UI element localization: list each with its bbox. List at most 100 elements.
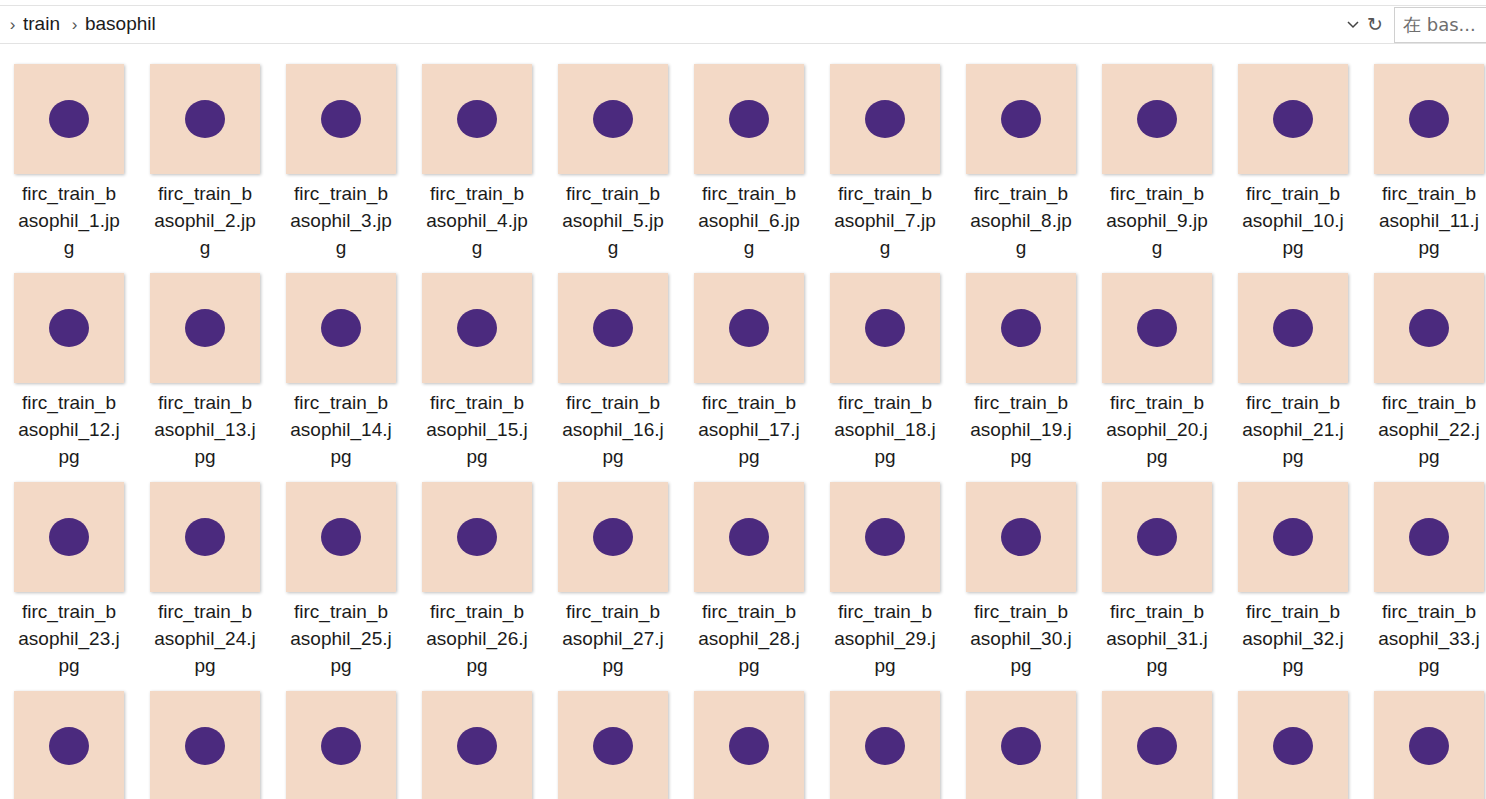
file-name[interactable]: firc_train_basophil_13.jpg	[154, 389, 257, 470]
file-name[interactable]: firc_train_basophil_12.jpg	[18, 389, 121, 470]
file-thumbnail[interactable]	[286, 273, 396, 383]
file-item[interactable]: firc_train_basophil_15.jpg	[409, 273, 545, 482]
file-thumbnail[interactable]	[966, 64, 1076, 174]
file-name[interactable]: firc_train_basophil_17.jpg	[698, 389, 801, 470]
file-name[interactable]: firc_train_basophil_11.jpg	[1378, 180, 1481, 261]
file-item[interactable]: firc_train_basophil_13.jpg	[137, 273, 273, 482]
file-item[interactable]	[273, 691, 409, 799]
file-item[interactable]: firc_train_basophil_2.jpg	[137, 64, 273, 273]
file-item[interactable]: firc_train_basophil_1.jpg	[1, 64, 137, 273]
file-name[interactable]: firc_train_basophil_6.jpg	[698, 180, 801, 261]
file-item[interactable]: firc_train_basophil_8.jpg	[953, 64, 1089, 273]
file-item[interactable]: firc_train_basophil_31.jpg	[1089, 482, 1225, 691]
file-item[interactable]	[1225, 691, 1361, 799]
file-thumbnail[interactable]	[558, 691, 668, 799]
breadcrumb-item[interactable]: basophil	[85, 10, 160, 39]
file-item[interactable]	[545, 691, 681, 799]
file-thumbnail[interactable]	[1238, 64, 1348, 174]
file-thumbnail[interactable]	[694, 64, 804, 174]
file-name[interactable]: firc_train_basophil_2.jpg	[154, 180, 257, 261]
file-thumbnail[interactable]	[422, 64, 532, 174]
file-item[interactable]	[1, 691, 137, 799]
file-name[interactable]: firc_train_basophil_5.jpg	[562, 180, 665, 261]
file-item[interactable]: firc_train_basophil_18.jpg	[817, 273, 953, 482]
file-item[interactable]: firc_train_basophil_32.jpg	[1225, 482, 1361, 691]
file-name[interactable]: firc_train_basophil_10.jpg	[1242, 180, 1345, 261]
file-thumbnail[interactable]	[14, 273, 124, 383]
refresh-button[interactable]: ↻	[1364, 10, 1386, 39]
file-thumbnail[interactable]	[830, 691, 940, 799]
file-item[interactable]: firc_train_basophil_11.jpg	[1361, 64, 1486, 273]
file-name[interactable]: firc_train_basophil_30.jpg	[970, 598, 1073, 679]
file-item[interactable]	[1089, 691, 1225, 799]
file-thumbnail[interactable]	[558, 273, 668, 383]
file-thumbnail[interactable]	[1238, 482, 1348, 592]
file-item[interactable]: firc_train_basophil_28.jpg	[681, 482, 817, 691]
file-name[interactable]: firc_train_basophil_4.jpg	[426, 180, 529, 261]
file-item[interactable]: firc_train_basophil_29.jpg	[817, 482, 953, 691]
file-thumbnail[interactable]	[286, 482, 396, 592]
file-thumbnail[interactable]	[1102, 482, 1212, 592]
file-item[interactable]: firc_train_basophil_23.jpg	[1, 482, 137, 691]
file-item[interactable]: firc_train_basophil_16.jpg	[545, 273, 681, 482]
file-item[interactable]: firc_train_basophil_5.jpg	[545, 64, 681, 273]
file-name[interactable]: firc_train_basophil_27.jpg	[562, 598, 665, 679]
file-thumbnail[interactable]	[966, 482, 1076, 592]
file-name[interactable]: firc_train_basophil_26.jpg	[426, 598, 529, 679]
file-name[interactable]: firc_train_basophil_25.jpg	[290, 598, 393, 679]
file-thumbnail[interactable]	[1374, 64, 1484, 174]
file-item[interactable]: firc_train_basophil_20.jpg	[1089, 273, 1225, 482]
file-name[interactable]: firc_train_basophil_20.jpg	[1106, 389, 1209, 470]
file-name[interactable]: firc_train_basophil_8.jpg	[970, 180, 1073, 261]
file-thumbnail[interactable]	[14, 482, 124, 592]
file-thumbnail[interactable]	[966, 273, 1076, 383]
file-thumbnail[interactable]	[694, 482, 804, 592]
file-thumbnail[interactable]	[558, 482, 668, 592]
file-thumbnail[interactable]	[694, 691, 804, 799]
file-thumbnail[interactable]	[966, 691, 1076, 799]
file-name[interactable]: firc_train_basophil_21.jpg	[1242, 389, 1345, 470]
file-name[interactable]: firc_train_basophil_31.jpg	[1106, 598, 1209, 679]
file-item[interactable]	[1361, 691, 1486, 799]
file-name[interactable]: firc_train_basophil_29.jpg	[834, 598, 937, 679]
file-thumbnail[interactable]	[830, 64, 940, 174]
file-name[interactable]: firc_train_basophil_18.jpg	[834, 389, 937, 470]
file-name[interactable]: firc_train_basophil_7.jpg	[834, 180, 937, 261]
file-thumbnail[interactable]	[1102, 273, 1212, 383]
file-name[interactable]: firc_train_basophil_23.jpg	[18, 598, 121, 679]
file-item[interactable]: firc_train_basophil_21.jpg	[1225, 273, 1361, 482]
file-thumbnail[interactable]	[1374, 482, 1484, 592]
breadcrumb-item[interactable]: train	[23, 10, 64, 39]
file-thumbnail[interactable]	[422, 273, 532, 383]
file-item[interactable]	[953, 691, 1089, 799]
file-item[interactable]: firc_train_basophil_14.jpg	[273, 273, 409, 482]
file-name[interactable]: firc_train_basophil_24.jpg	[154, 598, 257, 679]
file-name[interactable]: firc_train_basophil_22.jpg	[1378, 389, 1481, 470]
search-field[interactable]	[1394, 7, 1486, 43]
file-item[interactable]: firc_train_basophil_26.jpg	[409, 482, 545, 691]
file-name[interactable]: firc_train_basophil_33.jpg	[1378, 598, 1481, 679]
breadcrumb-separator[interactable]: ›	[66, 12, 83, 38]
file-name[interactable]: firc_train_basophil_14.jpg	[290, 389, 393, 470]
file-thumbnail[interactable]	[14, 691, 124, 799]
file-name[interactable]: firc_train_basophil_1.jpg	[18, 180, 121, 261]
file-item[interactable]: firc_train_basophil_30.jpg	[953, 482, 1089, 691]
file-thumbnail[interactable]	[558, 64, 668, 174]
file-thumbnail[interactable]	[150, 482, 260, 592]
file-thumbnail[interactable]	[694, 273, 804, 383]
history-dropdown[interactable]	[1342, 6, 1364, 44]
file-item[interactable]: firc_train_basophil_17.jpg	[681, 273, 817, 482]
file-thumbnail[interactable]	[830, 273, 940, 383]
breadcrumb-separator[interactable]: ›	[4, 12, 21, 38]
file-thumbnail[interactable]	[286, 691, 396, 799]
file-item[interactable]: firc_train_basophil_10.jpg	[1225, 64, 1361, 273]
file-thumbnail[interactable]	[150, 691, 260, 799]
file-thumbnail[interactable]	[1238, 691, 1348, 799]
file-thumbnail[interactable]	[422, 482, 532, 592]
file-item[interactable]: firc_train_basophil_3.jpg	[273, 64, 409, 273]
file-item[interactable]: firc_train_basophil_7.jpg	[817, 64, 953, 273]
file-item[interactable]	[681, 691, 817, 799]
file-thumbnail[interactable]	[1238, 273, 1348, 383]
file-thumbnail[interactable]	[1102, 691, 1212, 799]
file-item[interactable]: firc_train_basophil_25.jpg	[273, 482, 409, 691]
